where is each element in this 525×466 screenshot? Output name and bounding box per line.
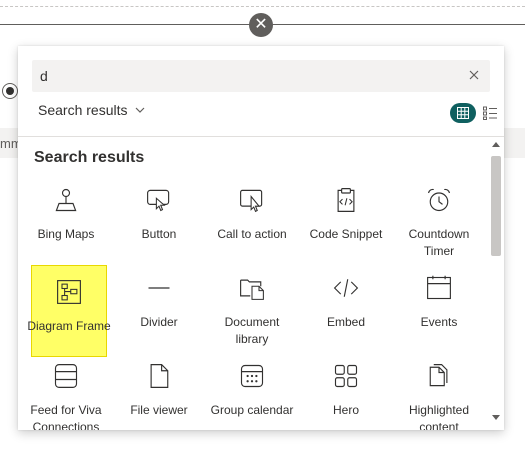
feed-icon	[50, 360, 82, 392]
tile-label: Bing Maps	[37, 227, 95, 241]
search-input[interactable]	[40, 60, 460, 92]
call-to-action-icon	[236, 184, 268, 216]
tile-highlighted-content[interactable]: Highlighted content	[401, 350, 477, 430]
diagram-icon	[53, 276, 85, 308]
tile-label: Embed	[326, 315, 366, 329]
tile-diagram-frame[interactable]: Diagram Frame	[27, 265, 111, 357]
highlighted-content-icon	[423, 360, 455, 392]
tile-label: Group calendar	[210, 403, 294, 417]
tile-feed-for-viva-connections[interactable]: Feed for Viva Connections	[28, 350, 104, 430]
calendar-icon	[423, 272, 455, 304]
tile-label: Diagram Frame	[27, 319, 111, 333]
scroll-up-arrow-icon[interactable]	[492, 142, 500, 147]
grid-icon	[457, 107, 469, 119]
tile-countdown-timer[interactable]: Countdown Timer	[401, 174, 477, 266]
divider-line-icon	[143, 272, 175, 304]
code-snippet-icon	[330, 184, 362, 216]
close-toolbox-button[interactable]: ✕	[249, 13, 273, 37]
filter-label: Search results	[38, 102, 128, 118]
tile-label: Countdown Timer	[408, 227, 470, 258]
tile-events[interactable]: Events	[401, 262, 477, 354]
scroll-thumb[interactable]	[491, 156, 501, 256]
tile-label: Events	[420, 315, 458, 329]
search-box	[32, 60, 490, 92]
document-library-icon	[236, 272, 268, 304]
map-pin-icon	[50, 184, 82, 216]
file-icon	[143, 360, 175, 392]
tile-file-viewer[interactable]: File viewer	[121, 350, 197, 430]
button-click-icon	[143, 184, 175, 216]
grid-view-button[interactable]	[450, 103, 476, 123]
section-title: Search results	[34, 149, 145, 166]
scroll-down-arrow-icon[interactable]	[492, 415, 500, 420]
tile-button[interactable]: Button	[121, 174, 197, 266]
list-view-button[interactable]	[482, 105, 498, 121]
header-divider	[18, 136, 504, 137]
alarm-clock-icon	[423, 184, 455, 216]
list-icon	[483, 106, 497, 120]
group-calendar-icon	[236, 360, 268, 392]
results-filter-dropdown[interactable]: Search results	[38, 102, 145, 118]
tile-bing-maps[interactable]: Bing Maps	[28, 174, 104, 266]
tile-label: File viewer	[130, 403, 188, 417]
tile-label: Highlighted content	[408, 403, 470, 430]
clear-search-icon[interactable]	[466, 67, 482, 83]
background-radio[interactable]	[2, 83, 18, 99]
embed-code-icon	[330, 272, 362, 304]
tile-label: Divider	[140, 315, 178, 329]
section-dashed-border	[0, 6, 525, 7]
tile-label: Button	[141, 227, 177, 241]
tile-label: Document library	[224, 315, 280, 346]
hero-layout-icon	[330, 360, 362, 392]
tile-label: Feed for Viva Connections	[30, 403, 102, 430]
view-toggle	[450, 103, 498, 123]
web-part-toolbox: Search results Search results Bin	[18, 46, 504, 430]
tile-label: Call to action	[217, 227, 287, 241]
tile-divider[interactable]: Divider	[121, 262, 197, 354]
tile-label: Hero	[332, 403, 359, 417]
background-band-right	[504, 128, 525, 158]
chevron-down-icon	[136, 107, 145, 113]
tile-embed[interactable]: Embed	[308, 262, 384, 354]
tile-hero[interactable]: Hero	[308, 350, 384, 430]
tile-call-to-action[interactable]: Call to action	[214, 174, 290, 266]
tile-group-calendar[interactable]: Group calendar	[211, 350, 293, 430]
tile-code-snippet[interactable]: Code Snippet	[308, 174, 384, 266]
vertical-scrollbar[interactable]	[488, 138, 504, 430]
tile-label: Code Snippet	[309, 227, 383, 241]
tile-document-library[interactable]: Document library	[214, 262, 290, 354]
